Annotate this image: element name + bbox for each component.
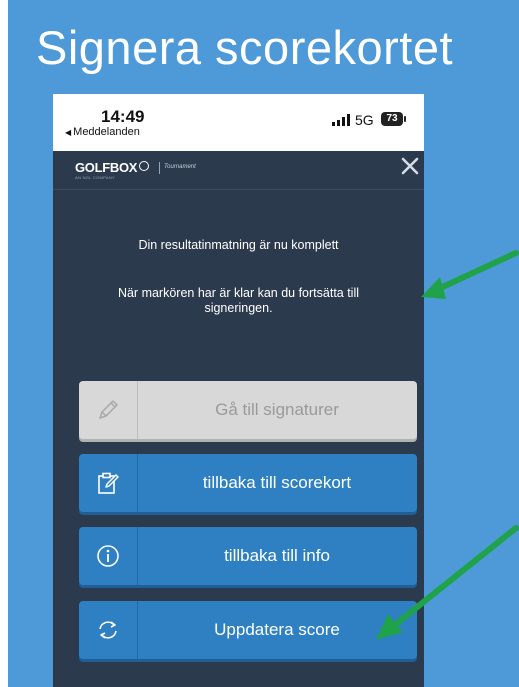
annotation-arrows xyxy=(376,250,519,640)
arrow-to-message xyxy=(421,250,519,299)
arrow-to-update-button xyxy=(376,525,519,640)
slide-background: Signera scorekortet 14:49 ◀ Meddelanden 5… xyxy=(8,0,519,687)
